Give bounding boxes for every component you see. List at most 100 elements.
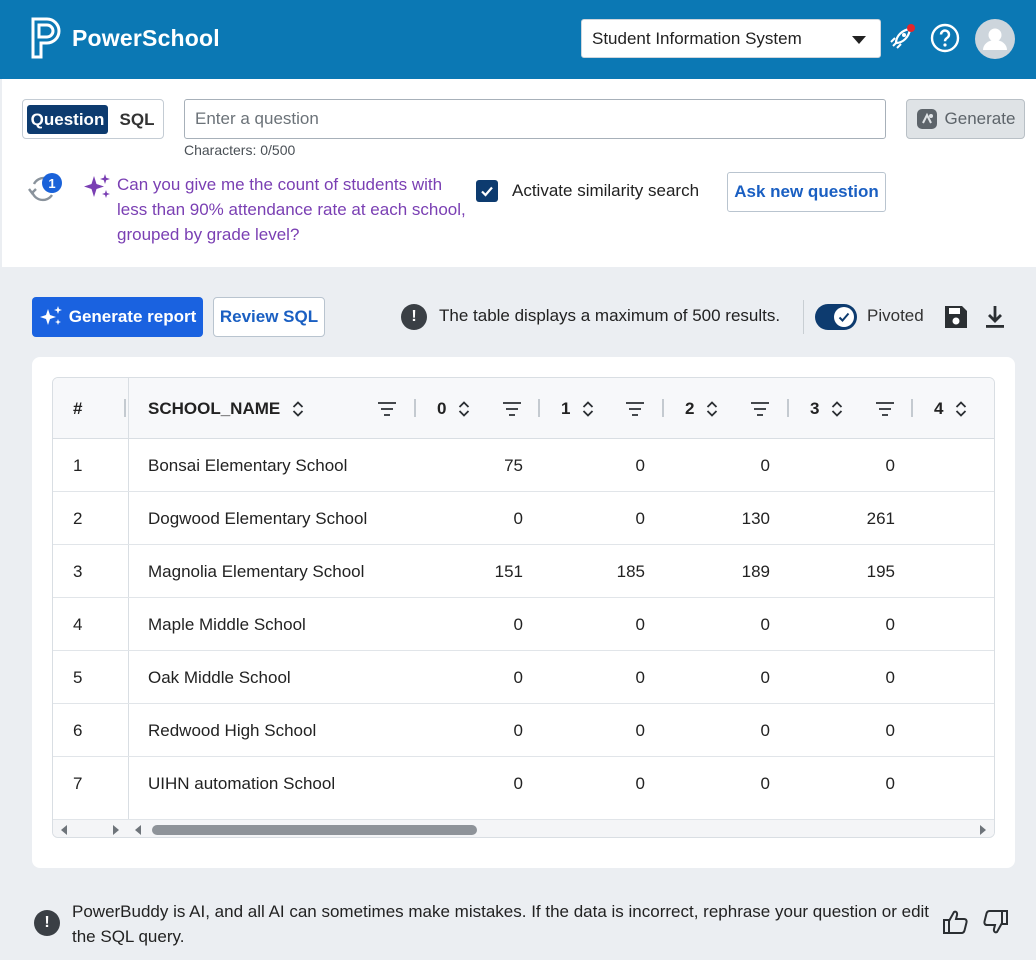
help-icon[interactable] [929,22,961,54]
previous-question-link[interactable]: Can you give me the count of students wi… [117,172,469,247]
table-row[interactable]: 1 Bonsai Elementary School 75 0 0 0 [53,439,994,492]
toolbar-divider [803,300,804,334]
row-index: 7 [73,773,83,793]
question-input[interactable] [184,99,886,139]
checkmark-icon [838,312,850,322]
school-name-cell: Bonsai Elementary School [148,455,348,475]
grade-2-cell: 0 [760,455,770,475]
mode-sql-button[interactable]: SQL [115,105,159,134]
filter-icon[interactable] [502,400,522,418]
grade-1-cell: 0 [635,720,645,740]
column-header-label: 1 [561,398,571,418]
top-bar: PowerSchool Student Information System [0,0,1036,79]
column-header-1[interactable]: 1 [561,378,594,439]
column-resizer[interactable] [538,399,540,417]
grade-3-cell: 261 [866,508,895,528]
column-header-0[interactable]: 0 [437,378,470,439]
column-header-school-name[interactable]: SCHOOL_NAME [148,378,304,439]
user-icon [983,28,1007,50]
table-row[interactable]: 5 Oak Middle School 0 0 0 0 [53,651,994,704]
table-row[interactable]: 3 Magnolia Elementary School 151 185 189… [53,545,994,598]
application-select[interactable]: Student Information System [581,19,881,58]
column-header-label: 0 [437,398,447,418]
generate-report-button[interactable]: Generate report [32,297,203,337]
school-name-cell: Oak Middle School [148,667,291,687]
scroll-left-arrow-icon[interactable] [61,825,67,835]
thumbs-up-icon[interactable] [942,908,970,936]
question-history-button[interactable]: 1 [26,171,64,205]
school-name-cell: Magnolia Elementary School [148,561,365,581]
sort-icon[interactable] [582,400,594,418]
checkmark-icon [481,186,493,197]
similarity-search-checkbox[interactable] [476,180,498,202]
filter-icon[interactable] [625,400,645,418]
application-select-value: Student Information System [592,28,802,48]
brand-logo[interactable]: PowerSchool [30,17,220,59]
save-icon[interactable] [943,304,969,330]
scroll-right-arrow-icon[interactable] [113,825,119,835]
column-header-3[interactable]: 3 [810,378,843,439]
sort-icon[interactable] [955,400,967,418]
filter-icon[interactable] [875,400,895,418]
table-row[interactable]: 4 Maple Middle School 0 0 0 0 [53,598,994,651]
grade-3-cell: 0 [885,667,895,687]
column-resizer[interactable] [414,399,416,417]
column-resizer[interactable] [124,399,126,417]
table-row[interactable]: 7 UIHN automation School 0 0 0 0 [53,757,994,819]
scroll-left-arrow-icon[interactable] [135,825,141,835]
ai-disclaimer: PowerBuddy is AI, and all AI can sometim… [72,902,930,946]
grade-2-cell: 0 [760,720,770,740]
row-index: 2 [73,508,83,528]
row-index: 6 [73,720,83,740]
filter-icon[interactable] [377,400,397,418]
sort-icon[interactable] [706,400,718,418]
similarity-search-label: Activate similarity search [512,181,700,200]
grade-3-cell: 195 [866,561,895,581]
thumbs-down-icon[interactable] [981,908,1009,936]
pivoted-toggle[interactable] [815,304,857,330]
scrollbar-thumb[interactable] [152,825,477,835]
sort-icon[interactable] [458,400,470,418]
grade-2-cell: 189 [741,561,770,581]
generate-icon [916,109,937,129]
sort-icon[interactable] [831,400,843,418]
table-row[interactable]: 6 Redwood High School 0 0 0 0 [53,704,994,757]
ask-new-question-button[interactable]: Ask new question [727,172,886,212]
grade-0-cell: 0 [513,614,523,634]
download-icon[interactable] [982,304,1008,330]
avatar[interactable] [975,19,1015,59]
column-header-2[interactable]: 2 [685,378,718,439]
generate-button[interactable]: Generate [906,99,1025,139]
scroll-right-arrow-icon[interactable] [980,825,986,835]
grade-1-cell: 0 [635,508,645,528]
filter-icon[interactable] [750,400,770,418]
grade-1-cell: 0 [635,773,645,793]
grade-0-cell: 151 [494,561,523,581]
row-index: 1 [73,455,83,475]
table-row[interactable]: 2 Dogwood Elementary School 0 0 130 261 [53,492,994,545]
row-index: 4 [73,614,83,634]
grade-1-cell: 0 [635,455,645,475]
grade-1-cell: 0 [635,614,645,634]
sort-icon[interactable] [292,400,304,418]
results-table: # SCHOOL_NAME 0 1 2 3 4 1 Bonsai Element… [52,377,995,838]
grade-3-cell: 0 [885,455,895,475]
column-resizer[interactable] [662,399,664,417]
info-icon: ! [401,304,427,330]
row-index: 5 [73,667,83,687]
column-header-index: # [73,398,83,418]
horizontal-scrollbar[interactable] [53,819,994,837]
review-sql-button[interactable]: Review SQL [213,297,325,337]
powerschool-logo-icon [31,17,61,59]
row-index: 3 [73,561,83,581]
grade-1-cell: 185 [616,561,645,581]
school-name-cell: Maple Middle School [148,614,306,634]
column-header-label: 3 [810,398,820,418]
rocket-icon[interactable] [885,22,917,54]
mode-question-button[interactable]: Question [27,105,108,134]
column-resizer[interactable] [911,399,913,417]
column-header-4[interactable]: 4 [934,378,967,439]
grade-0-cell: 0 [513,720,523,740]
sparkle-icon [39,306,62,325]
column-resizer[interactable] [787,399,789,417]
